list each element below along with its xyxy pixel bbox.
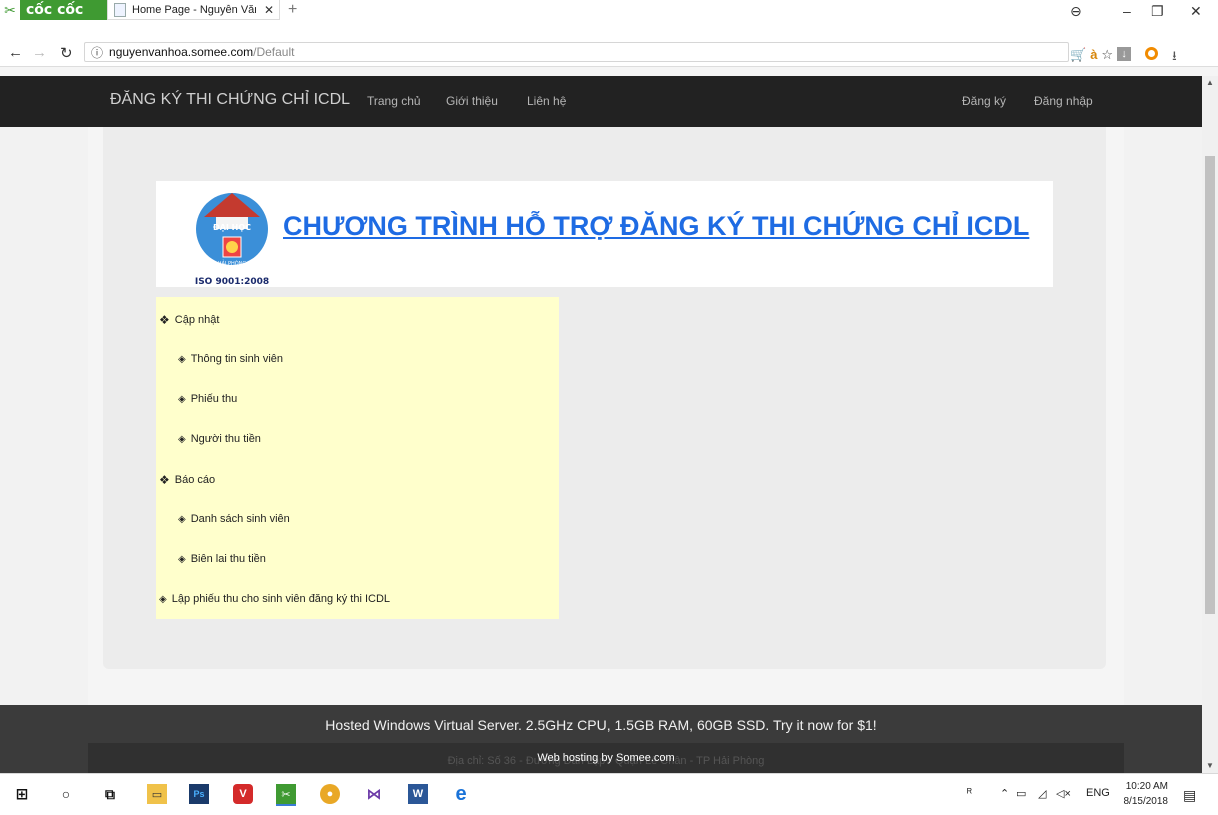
coccoc-extension-icon[interactable] <box>1145 47 1159 60</box>
footer: Hosted Windows Virtual Server. 2.5GHz CP… <box>0 705 1202 773</box>
close-window-icon[interactable]: ✕ <box>1190 3 1202 20</box>
chrome-icon[interactable]: ● <box>320 784 340 804</box>
side-menu: ❖ Cập nhật ◈ Thông tin sinh viên ◈ Phiếu… <box>156 297 559 619</box>
site-navbar: ĐĂNG KÝ THI CHỨNG CHỈ ICDL Trang chủ Giớ… <box>0 76 1202 127</box>
internet-explorer-icon[interactable]: e <box>451 783 471 805</box>
vertical-scrollbar[interactable]: ▲ ▼ <box>1202 76 1218 773</box>
browser-brand: cốc cốc <box>26 2 84 18</box>
diamond-bullet-icon: ❖ <box>159 473 170 487</box>
footer-inner: Địa chỉ: Số 36 - Đường Dân Lập - Quận Lê… <box>88 743 1124 773</box>
menu-item-label: Thông tin sinh viên <box>190 353 284 365</box>
scroll-down-icon[interactable]: ▼ <box>1206 761 1214 770</box>
word-icon[interactable]: W <box>408 784 428 804</box>
task-view-icon[interactable]: ⧉ <box>100 784 120 804</box>
volume-muted-icon[interactable]: ◁× <box>1056 787 1071 800</box>
network-icon[interactable]: ▭ <box>1016 787 1026 800</box>
vivaldi-icon[interactable]: V <box>233 784 253 804</box>
clock-time: 10:20 AM <box>1125 781 1168 792</box>
downloads-icon[interactable]: ⭳ <box>1172 47 1177 69</box>
url-host: nguyenvanhoa.somee.com <box>109 45 254 59</box>
nav-link-home[interactable]: Trang chủ <box>367 94 421 108</box>
diamond-bullet-icon: ◈ <box>178 433 186 445</box>
page-favicon-icon <box>114 2 126 17</box>
university-logo-icon: ĐẠI HỌC HẢI PHÒNG ISO 9001:2008 <box>195 193 269 287</box>
menu-item-label: Lập phiếu thu cho sinh viên đăng ký thi … <box>171 593 391 605</box>
footer-host-link[interactable]: Web hosting by Somee.com <box>88 752 1124 764</box>
scroll-up-icon[interactable]: ▲ <box>1206 78 1214 87</box>
bookmark-star-icon[interactable]: ☆ <box>1101 47 1113 69</box>
menu-item-label: Phiếu thu <box>190 393 238 405</box>
people-icon[interactable]: ᴿ <box>967 787 972 799</box>
windows-taskbar: ⊞ ○ ⧉ ▭ Ps V ✂ ● ⋈ W e ᴿ ⌃ ▭ ◿ ◁× ENG 10… <box>0 773 1218 815</box>
cortana-search-icon[interactable]: ○ <box>56 784 76 804</box>
diamond-bullet-icon: ◈ <box>178 513 186 525</box>
menu-item-danh-sach-sinh-vien[interactable]: ◈ Danh sách sinh viên <box>178 513 290 525</box>
nav-link-register[interactable]: Đăng ký <box>962 94 1006 108</box>
wifi-icon[interactable]: ◿ <box>1038 787 1046 800</box>
menu-item-label: Biên lai thu tiền <box>190 553 266 565</box>
banner-title-link[interactable]: CHƯƠNG TRÌNH HỖ TRỢ ĐĂNG KÝ THI CHỨNG CH… <box>283 211 1029 242</box>
menu-item-phieu-thu[interactable]: ◈ Phiếu thu <box>178 393 237 405</box>
nav-link-contact[interactable]: Liên hệ <box>527 94 566 108</box>
diamond-bullet-icon: ◈ <box>159 593 167 605</box>
forward-icon[interactable]: → <box>32 44 47 61</box>
download-icon[interactable]: ↓ <box>1117 47 1132 61</box>
coccoc-logo-icon: ✂ <box>0 0 20 20</box>
site-info-icon[interactable]: ⓘ <box>91 44 103 61</box>
tray-chevron-icon[interactable]: ⌃ <box>1000 787 1009 800</box>
photoshop-icon[interactable]: Ps <box>189 784 209 804</box>
jumbotron: ĐẠI HỌC HẢI PHÒNG ISO 9001:2008 CHƯƠNG T… <box>103 127 1106 669</box>
browser-tab-strip: ✂ cốc cốc Home Page - Nguyễn Văn ✕ + ⊖ –… <box>0 0 1218 39</box>
menu-item-label: Cập nhật <box>174 314 220 326</box>
new-tab-icon[interactable]: + <box>288 1 297 19</box>
coccoc-taskbar-icon[interactable]: ✂ <box>276 784 296 806</box>
menu-item-thong-tin-sinh-vien[interactable]: ◈ Thông tin sinh viên <box>178 353 283 365</box>
language-indicator[interactable]: ENG <box>1086 787 1110 799</box>
system-clock[interactable]: 10:20 AM 8/15/2018 <box>1118 779 1169 809</box>
logo-iso-text: ISO 9001:2008 <box>195 277 269 287</box>
reload-icon[interactable]: ↻ <box>60 44 73 62</box>
file-explorer-icon[interactable]: ▭ <box>147 784 167 804</box>
a-extension-icon[interactable]: à <box>1090 47 1097 69</box>
logo-top-text: ĐẠI HỌC <box>213 223 251 232</box>
menu-item-nguoi-thu-tien[interactable]: ◈ Người thu tiền <box>178 433 261 445</box>
nav-link-about[interactable]: Giới thiệu <box>446 94 498 108</box>
clock-date: 8/15/2018 <box>1123 796 1169 807</box>
windows-start-icon[interactable]: ⊞ <box>12 784 32 804</box>
url-input[interactable]: ⓘ nguyenvanhoa.somee.com /Default <box>84 42 1069 62</box>
body-content: ĐẠI HỌC HẢI PHÒNG ISO 9001:2008 CHƯƠNG T… <box>88 127 1124 773</box>
diamond-bullet-icon: ◈ <box>178 553 186 565</box>
shopping-cart-icon[interactable]: 🛒 <box>1070 47 1086 69</box>
coccoc-menu-button[interactable]: ✂ cốc cốc <box>0 0 112 20</box>
scrollbar-thumb[interactable] <box>1205 156 1215 614</box>
extension-icons: 🛒 à ☆ ↓ ⭳ <box>1070 47 1177 69</box>
diamond-bullet-icon: ◈ <box>178 393 186 405</box>
profile-icon[interactable]: ⊖ <box>1070 3 1082 20</box>
menu-item-cap-nhat[interactable]: ❖ Cập nhật <box>159 313 219 327</box>
diamond-bullet-icon: ❖ <box>159 313 170 327</box>
logo-bottom-text: HẢI PHÒNG <box>218 259 247 267</box>
minimize-icon[interactable]: – <box>1123 3 1131 19</box>
tab-title: Home Page - Nguyễn Văn <box>132 3 256 16</box>
url-path: /Default <box>253 45 295 59</box>
restore-icon[interactable]: ❐ <box>1151 3 1164 20</box>
page-viewport: ĐĂNG KÝ THI CHỨNG CHỈ ICDL Trang chủ Giớ… <box>0 76 1202 773</box>
menu-item-label: Danh sách sinh viên <box>190 513 290 525</box>
site-brand-link[interactable]: ĐĂNG KÝ THI CHỨNG CHỈ ICDL <box>110 91 350 109</box>
menu-item-bao-cao[interactable]: ❖ Báo cáo <box>159 473 215 487</box>
address-bar-row: ← → ↻ ⓘ nguyenvanhoa.somee.com /Default … <box>0 38 1218 67</box>
menu-item-bien-lai-thu-tien[interactable]: ◈ Biên lai thu tiền <box>178 553 266 565</box>
menu-item-label: Báo cáo <box>174 474 216 486</box>
menu-item-lap-phieu-thu[interactable]: ◈ Lập phiếu thu cho sinh viên đăng ký th… <box>159 593 390 605</box>
diamond-bullet-icon: ◈ <box>178 353 186 365</box>
footer-ad-link[interactable]: Hosted Windows Virtual Server. 2.5GHz CP… <box>0 717 1202 733</box>
visual-studio-icon[interactable]: ⋈ <box>364 784 384 804</box>
header-banner: ĐẠI HỌC HẢI PHÒNG ISO 9001:2008 CHƯƠNG T… <box>156 181 1053 287</box>
nav-link-login[interactable]: Đăng nhập <box>1034 94 1093 108</box>
notifications-icon[interactable]: ▤ <box>1183 787 1196 804</box>
tab-close-icon[interactable]: ✕ <box>264 3 274 17</box>
back-icon[interactable]: ← <box>8 44 23 61</box>
menu-item-label: Người thu tiền <box>190 433 261 445</box>
browser-tab[interactable]: Home Page - Nguyễn Văn ✕ <box>107 0 280 20</box>
